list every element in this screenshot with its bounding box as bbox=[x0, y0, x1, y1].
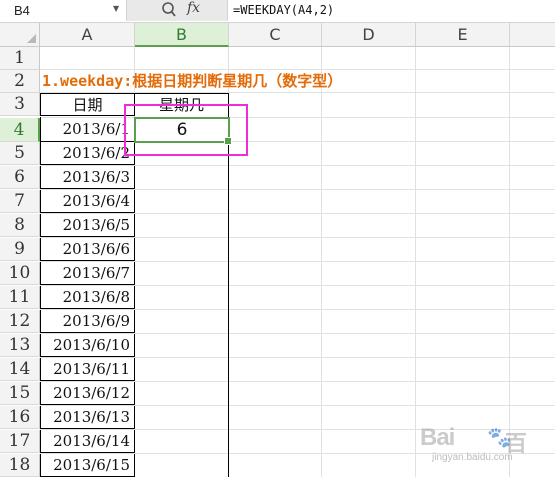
column-header-d[interactable]: D bbox=[322, 23, 416, 47]
gridline bbox=[415, 47, 416, 477]
select-all-button[interactable] bbox=[0, 23, 40, 47]
row-header-3[interactable]: 3 bbox=[0, 93, 40, 116]
column-header-b[interactable]: B bbox=[135, 23, 229, 47]
date-cell[interactable]: 2013/6/7 bbox=[40, 262, 135, 285]
date-cell[interactable]: 2013/6/12 bbox=[40, 382, 135, 405]
date-cell[interactable]: 2013/6/9 bbox=[40, 310, 135, 333]
date-cell[interactable]: 2013/6/15 bbox=[40, 454, 135, 477]
row-header-9[interactable]: 9 bbox=[0, 238, 40, 261]
row-header-6[interactable]: 6 bbox=[0, 166, 40, 189]
row-header-5[interactable]: 5 bbox=[0, 142, 40, 165]
date-cell[interactable]: 2013/6/10 bbox=[40, 334, 135, 357]
row-header-18[interactable]: 18 bbox=[0, 454, 40, 477]
table-border bbox=[228, 116, 229, 477]
gridline bbox=[321, 47, 322, 477]
date-cell[interactable]: 2013/6/13 bbox=[40, 406, 135, 429]
column-header-a[interactable]: A bbox=[40, 23, 135, 47]
date-cell[interactable]: 2013/6/6 bbox=[40, 238, 135, 261]
row-header-10[interactable]: 10 bbox=[0, 262, 40, 285]
formula-tools: fx bbox=[127, 0, 228, 21]
name-box-value: B4 bbox=[14, 3, 30, 18]
date-cell[interactable]: 2013/6/11 bbox=[40, 358, 135, 381]
date-cell[interactable]: 2013/6/8 bbox=[40, 286, 135, 309]
column-header-f[interactable] bbox=[510, 23, 555, 47]
row-header-16[interactable]: 16 bbox=[0, 406, 40, 429]
date-cell[interactable]: 2013/6/5 bbox=[40, 214, 135, 237]
insert-function-button[interactable]: fx bbox=[187, 0, 200, 16]
row-header-1[interactable]: 1 bbox=[0, 47, 40, 70]
row-header-11[interactable]: 11 bbox=[0, 286, 40, 309]
row-header-12[interactable]: 12 bbox=[0, 310, 40, 333]
row-header-15[interactable]: 15 bbox=[0, 382, 40, 405]
row-header-4[interactable]: 4 bbox=[0, 118, 40, 142]
chevron-down-icon[interactable]: ▼ bbox=[113, 4, 119, 13]
row-header-14[interactable]: 14 bbox=[0, 358, 40, 381]
sheet-title[interactable]: 1.weekday:根据日期判断星期几（数字型） bbox=[42, 70, 342, 93]
select-all-triangle-icon bbox=[27, 34, 36, 43]
date-cell[interactable]: 2013/6/3 bbox=[40, 166, 135, 189]
row-header-8[interactable]: 8 bbox=[0, 214, 40, 237]
date-cell[interactable]: 2013/6/2 bbox=[40, 142, 135, 165]
baidu-watermark: Bai bbox=[420, 424, 455, 451]
row-header-7[interactable]: 7 bbox=[0, 190, 40, 213]
formula-input[interactable]: =WEEKDAY(A4,2) bbox=[233, 3, 334, 17]
row-header-2[interactable]: 2 bbox=[0, 70, 40, 93]
date-cell[interactable]: 2013/6/1 bbox=[40, 117, 135, 142]
gridline bbox=[509, 47, 510, 477]
column-header-c[interactable]: C bbox=[229, 23, 322, 47]
column-header-e[interactable]: E bbox=[416, 23, 510, 47]
header-date[interactable]: 日期 bbox=[40, 93, 135, 116]
watermark-subtext: jingyan.baidu.com bbox=[432, 452, 513, 463]
formula-bar: B4 ▼ fx =WEEKDAY(A4,2) bbox=[0, 0, 555, 23]
highlight-box bbox=[124, 104, 248, 156]
zoom-icon[interactable] bbox=[161, 1, 177, 23]
row-header-17[interactable]: 17 bbox=[0, 430, 40, 453]
date-cell[interactable]: 2013/6/14 bbox=[40, 430, 135, 453]
row-header-13[interactable]: 13 bbox=[0, 334, 40, 357]
name-box[interactable]: B4 ▼ bbox=[0, 0, 127, 21]
date-cell[interactable]: 2013/6/4 bbox=[40, 190, 135, 213]
